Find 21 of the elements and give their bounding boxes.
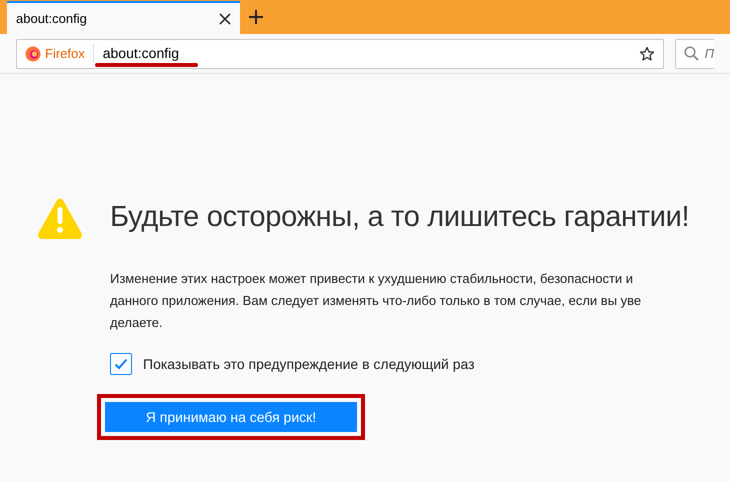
url-text: about:config xyxy=(102,44,180,63)
warning-text-line: Изменение этих настроек может привести к ухудшению стабильности, безопасности и xyxy=(110,270,634,288)
warning-text-line: делаете. xyxy=(110,314,164,332)
browser-brand-label: Firefox xyxy=(45,44,94,64)
search-icon xyxy=(684,46,699,61)
search-field[interactable]: П xyxy=(674,38,714,68)
warning-title: Будьте осторожны, а то лишитесь гарантии! xyxy=(110,200,690,234)
close-icon[interactable] xyxy=(219,12,231,24)
warning-icon xyxy=(37,198,83,240)
checkbox-label: Показывать это предупреждение в следующий раз xyxy=(143,354,475,374)
search-placeholder: П xyxy=(704,44,714,63)
warning-text-line: данного приложения. Вам следует изменять что-либо только в том случае, если вы уве xyxy=(110,292,642,310)
star-icon[interactable] xyxy=(638,46,655,62)
firefox-logo-icon xyxy=(25,46,41,62)
checkmark-icon xyxy=(114,358,128,370)
tab-title: about:config xyxy=(16,10,87,28)
address-field[interactable]: Firefox about:config xyxy=(16,38,664,68)
browser-tab[interactable]: about:config xyxy=(7,1,240,34)
checkbox[interactable] xyxy=(110,353,132,375)
new-tab-icon[interactable] xyxy=(249,10,263,24)
accept-risk-button[interactable]: Я принимаю на себя риск! xyxy=(105,402,357,432)
